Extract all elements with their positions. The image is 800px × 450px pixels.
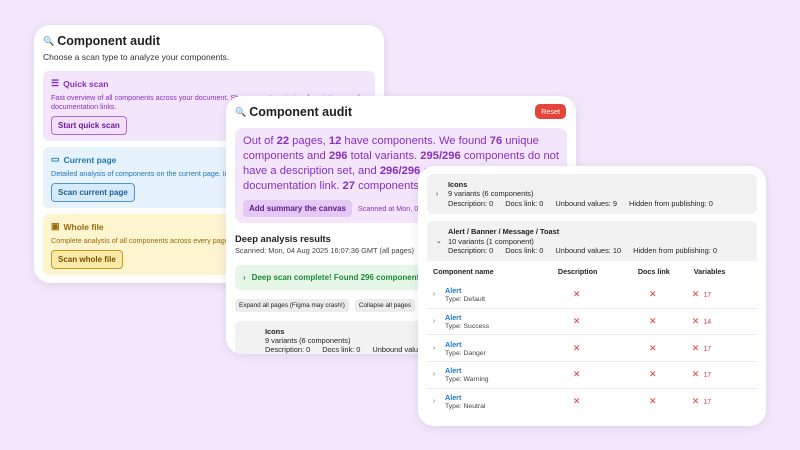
title-text: Component audit: [57, 34, 160, 48]
detail-panel: › Icons 9 variants (6 components) Descri…: [418, 166, 766, 426]
list-icon: ☰: [51, 78, 60, 88]
chevron-right-icon: ›: [427, 334, 441, 362]
docs-missing-icon: ✕: [617, 334, 688, 362]
component-type: Type: Danger: [445, 349, 486, 357]
add-summary-button[interactable]: Add summary the canvas: [243, 200, 352, 217]
scan-whole-file-button[interactable]: Scan whole file: [51, 250, 123, 269]
chevron-right-icon: ›: [427, 307, 441, 335]
group-variants: 9 variants (6 components): [448, 189, 534, 199]
chevron-right-icon: ›: [243, 273, 246, 282]
variables-cell: ✕ 17: [687, 387, 757, 415]
group-description-count: Description: 0: [448, 246, 494, 256]
description-missing-icon: ✕: [535, 387, 618, 415]
column-header-variables: Variables: [687, 261, 757, 282]
column-header-description: Description: [535, 261, 618, 282]
docs-missing-icon: ✕: [617, 387, 688, 415]
chevron-right-icon: ›: [427, 387, 441, 415]
component-type: Type: Success: [445, 322, 490, 330]
variables-count: 17: [703, 345, 712, 353]
table-row[interactable]: › Alert Type: Default ✕ ✕ ✕ 17: [427, 281, 757, 309]
table-row[interactable]: › Alert Type: Success ✕ ✕ ✕ 14: [427, 307, 757, 335]
component-table: Component name Description Docs link Var…: [427, 261, 757, 415]
component-name-link[interactable]: Alert: [445, 366, 531, 375]
group-description-count: Description: 0: [265, 345, 311, 354]
group-hidden-count: Hidden from publishing: 0: [629, 198, 713, 208]
group-variants: 10 variants (1 component): [448, 236, 534, 246]
table-row[interactable]: › Alert Type: Neutral ✕ ✕ ✕ 17: [427, 387, 757, 415]
variables-count: 17: [703, 292, 712, 300]
table-row[interactable]: › Alert Type: Danger ✕ ✕ ✕ 17: [427, 334, 757, 362]
chevron-down-icon: ⌄: [436, 238, 442, 246]
column-header-docs: Docs link: [617, 261, 688, 282]
docs-missing-icon: ✕: [617, 361, 688, 389]
expand-all-pages-button[interactable]: Expand all pages (Figma may crash!): [235, 299, 349, 312]
quick-scan-title: Quick scan: [63, 78, 109, 89]
title-text: Component audit: [249, 105, 352, 119]
table-row[interactable]: › Alert Type: Warning ✕ ✕ ✕ 17: [427, 361, 757, 389]
panel-subtitle: Choose a scan type to analyze your compo…: [43, 52, 230, 62]
collapse-all-pages-button[interactable]: Collapse all pages: [354, 299, 416, 312]
group-docs-count: Docs link: 0: [505, 246, 544, 256]
component-name-link[interactable]: Alert: [445, 393, 531, 402]
description-missing-icon: ✕: [572, 289, 581, 300]
scanned-at-text: Scanned at Mon, 04: [357, 204, 423, 213]
variables-cell: ✕ 14: [687, 307, 757, 335]
chevron-right-icon: ›: [432, 291, 436, 299]
icons-group-card[interactable]: › Icons 9 variants (6 components) Descri…: [427, 174, 757, 215]
docs-missing-icon: ✕: [617, 307, 688, 335]
magnifier-icon: 🔍: [235, 106, 247, 117]
description-missing-icon: ✕: [535, 361, 618, 389]
variables-cell: ✕ 17: [687, 361, 757, 389]
variables-missing-icon: ✕: [691, 342, 700, 353]
docs-missing-icon: ✕: [649, 289, 657, 300]
group-name: Icons: [448, 180, 468, 189]
whole-file-title: Whole file: [63, 221, 104, 232]
current-page-title: Current page: [63, 154, 117, 165]
component-name-link[interactable]: Alert: [445, 286, 531, 295]
file-icon: ▣: [51, 221, 60, 231]
deep-scan-status-text: Deep scan complete! Found 296 components: [251, 273, 424, 282]
variables-missing-icon: ✕: [691, 315, 700, 326]
component-name-link[interactable]: Alert: [445, 313, 531, 322]
description-missing-icon: ✕: [535, 307, 618, 335]
variables-missing-icon: ✕: [691, 289, 700, 300]
variables-count: 14: [703, 318, 712, 326]
component-name-link[interactable]: Alert: [445, 340, 531, 349]
group-hidden-count: Hidden from publishing: 0: [633, 246, 717, 256]
panel-title: 🔍 Component audit: [235, 105, 567, 119]
group-unbound-count: Unbound values: 10: [555, 246, 622, 256]
variables-count: 17: [703, 372, 712, 380]
group-unbound-count: Unbound values: 9: [555, 198, 618, 208]
group-docs-count: Docs link: 0: [505, 198, 544, 208]
variables-cell: ✕ 17: [687, 334, 757, 362]
variables-missing-icon: ✕: [691, 369, 700, 380]
component-type: Type: Default: [445, 296, 486, 304]
chevron-right-icon: ›: [427, 361, 441, 389]
component-type: Type: Neutral: [445, 403, 486, 411]
variables-count: 17: [703, 399, 712, 407]
group-docs-count: Docs link: 0: [322, 345, 361, 354]
variables-missing-icon: ✕: [691, 396, 700, 407]
scan-current-page-button[interactable]: Scan current page: [51, 183, 135, 202]
component-type: Type: Warning: [445, 376, 489, 384]
variables-cell: ✕ 17: [688, 281, 757, 308]
column-header-name: Component name: [427, 261, 536, 282]
start-quick-scan-button[interactable]: Start quick scan: [51, 116, 127, 135]
group-description-count: Description: 0: [448, 198, 494, 208]
magnifier-icon: 🔍: [43, 35, 55, 46]
reset-button[interactable]: Reset: [535, 104, 566, 119]
page-icon: ▭: [51, 154, 60, 164]
chevron-right-icon: ›: [436, 191, 439, 198]
description-missing-icon: ✕: [535, 334, 618, 362]
alert-group-card[interactable]: ⌄ Alert / Banner / Message / Toast 10 va…: [427, 221, 757, 262]
group-name: Alert / Banner / Message / Toast: [448, 227, 560, 237]
panel-title: 🔍 Component audit: [43, 34, 375, 48]
